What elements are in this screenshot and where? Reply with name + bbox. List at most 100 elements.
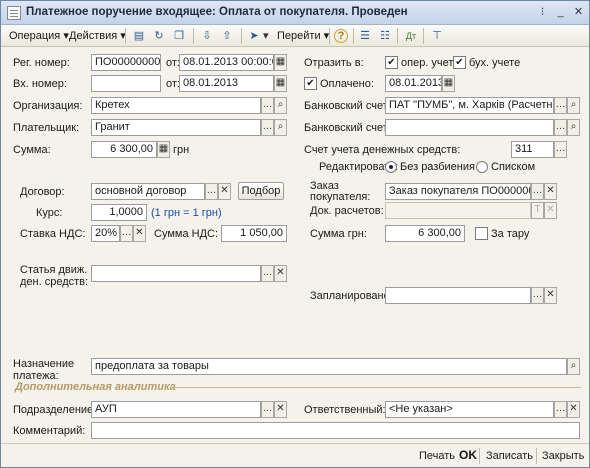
paid-date-field[interactable]: 08.01.2013 (385, 75, 442, 92)
help-icon[interactable]: ⁝ (535, 5, 550, 20)
bank-account-field[interactable]: ПАТ "ПУМБ", м. Харків (Расчетный) (385, 97, 554, 114)
save-button[interactable]: Записать (486, 449, 533, 463)
clear-icon[interactable]: ✕ (544, 183, 557, 200)
edit-no-split-label: Без разбиения (400, 161, 475, 173)
analytics-section-title: Дополнительная аналитика (15, 381, 176, 393)
select-button[interactable]: … (261, 265, 274, 282)
reg-number-field[interactable]: ПО000000001 (91, 54, 161, 71)
paid-checkbox[interactable]: ✔ (304, 77, 317, 90)
select-button[interactable]: … (261, 119, 274, 136)
calculator-icon[interactable]: ▦ (157, 141, 170, 158)
clear-icon[interactable]: ✕ (567, 401, 580, 418)
clear-icon[interactable]: ✕ (544, 287, 557, 304)
post-icon[interactable]: ⇩ (199, 28, 215, 44)
help-button[interactable]: ? (334, 29, 348, 43)
unpost-icon[interactable]: ⇧ (219, 28, 235, 44)
title-bar: Платежное поручение входящее: Оплата от … (1, 1, 589, 25)
close-button[interactable]: Закрыть (542, 449, 584, 463)
search-icon[interactable]: ⌕ (567, 97, 580, 114)
minimize-icon[interactable]: _ (553, 5, 568, 20)
select-button[interactable]: … (531, 183, 544, 200)
clear-icon[interactable]: ✕ (274, 401, 287, 418)
select-button[interactable]: … (554, 141, 567, 158)
debit-credit-icon[interactable]: Дт (403, 28, 419, 44)
vat-sum-field[interactable]: 1 050,00 (221, 225, 287, 242)
order-field[interactable]: Заказ покупателя ПО000000001 (385, 183, 531, 200)
vat-rate-label: Ставка НДС: (20, 228, 86, 240)
oper-accounting-checkbox[interactable]: ✔ (385, 56, 398, 69)
comment-label: Комментарий: (13, 425, 86, 437)
type-icon[interactable]: T (531, 202, 544, 219)
select-button[interactable]: … (531, 287, 544, 304)
rate-label: Курс: (36, 207, 63, 219)
cash-account-field[interactable]: 311 (511, 141, 554, 158)
ok-button[interactable]: OK (459, 448, 477, 462)
calendar-icon[interactable]: ▦ (442, 75, 455, 92)
currency-label: грн (173, 144, 190, 156)
in-number-field[interactable] (91, 75, 161, 92)
journal-icon[interactable]: ☰ (357, 28, 373, 44)
clear-icon[interactable]: ✕ (133, 225, 146, 242)
buh-accounting-checkbox[interactable]: ✔ (453, 56, 466, 69)
actions-menu[interactable]: Действия ▾ (69, 29, 126, 44)
comment-field[interactable] (91, 422, 580, 439)
close-icon[interactable]: ✕ (571, 5, 586, 20)
based-on-dropdown-icon[interactable]: ▾ (263, 29, 269, 44)
edit-no-split-radio[interactable] (385, 161, 397, 173)
cashflow-field[interactable] (91, 265, 261, 282)
clear-icon[interactable]: ✕ (544, 202, 557, 219)
payer-field[interactable]: Гранит (91, 119, 261, 136)
cashflow-label-line2: ден. средств: (20, 276, 89, 288)
reg-date-field[interactable]: 08.01.2013 00:00:00 (179, 54, 274, 71)
based-on-icon[interactable]: ➤ (246, 28, 262, 44)
purpose-field[interactable]: предоплата за товары (91, 358, 567, 375)
in-date-field[interactable]: 08.01.2013 (179, 75, 274, 92)
select-button[interactable]: … (261, 401, 274, 418)
search-icon[interactable]: ⌕ (567, 358, 580, 375)
save-icon[interactable]: ▤ (131, 28, 147, 44)
planned-field[interactable] (385, 287, 531, 304)
calendar-icon[interactable]: ▦ (274, 54, 287, 71)
settle-doc-label: Док. расчетов: (310, 205, 384, 217)
sum-field[interactable]: 6 300,00 (91, 141, 157, 158)
settle-doc-field[interactable] (385, 202, 531, 219)
clear-icon[interactable]: ✕ (218, 183, 231, 200)
select-button[interactable]: … (205, 183, 218, 200)
for-tare-label: За тару (491, 228, 530, 240)
edit-list-radio[interactable] (476, 161, 488, 173)
dept-label: Подразделение: (13, 404, 97, 416)
responsible-label: Ответственный: (304, 404, 386, 416)
structure-icon[interactable]: ☷ (377, 28, 393, 44)
calendar-icon[interactable]: ▦ (274, 75, 287, 92)
select-button[interactable]: … (261, 97, 274, 114)
select-contract-button[interactable]: Подбор (238, 182, 284, 200)
select-button[interactable]: … (554, 119, 567, 136)
settings-icon[interactable]: ⊤ (429, 28, 445, 44)
for-tare-checkbox[interactable] (475, 227, 488, 240)
clear-icon[interactable]: ✕ (274, 265, 287, 282)
dept-field[interactable]: АУП (91, 401, 261, 418)
bank-account2-label: Банковский счет: (304, 122, 391, 134)
contract-field[interactable]: основной договор (91, 183, 205, 200)
bank-account2-field[interactable] (385, 119, 554, 136)
goto-menu[interactable]: Перейти ▾ (277, 29, 329, 44)
select-button[interactable]: … (554, 401, 567, 418)
reg-date-label: от: (166, 57, 180, 69)
select-button[interactable]: … (120, 225, 133, 242)
search-icon[interactable]: ⌕ (567, 119, 580, 136)
select-button[interactable]: … (554, 97, 567, 114)
search-icon[interactable]: ⌕ (274, 119, 287, 136)
contract-label: Договор: (20, 186, 65, 198)
copy-icon[interactable]: ❐ (171, 28, 187, 44)
in-number-label: Вх. номер: (13, 78, 67, 90)
print-button[interactable]: Печать (419, 449, 455, 463)
vat-rate-field[interactable]: 20% (91, 225, 120, 242)
responsible-field[interactable]: <Не указан> (385, 401, 554, 418)
sum-uah-field[interactable]: 6 300,00 (385, 225, 465, 242)
operation-menu[interactable]: Операция ▾ (9, 29, 69, 44)
rate-field[interactable]: 1,0000 (91, 204, 147, 221)
bank-account-label: Банковский счет: (304, 100, 391, 112)
refresh-icon[interactable]: ↻ (151, 28, 167, 44)
org-field[interactable]: Кретех (91, 97, 261, 114)
search-icon[interactable]: ⌕ (274, 97, 287, 114)
